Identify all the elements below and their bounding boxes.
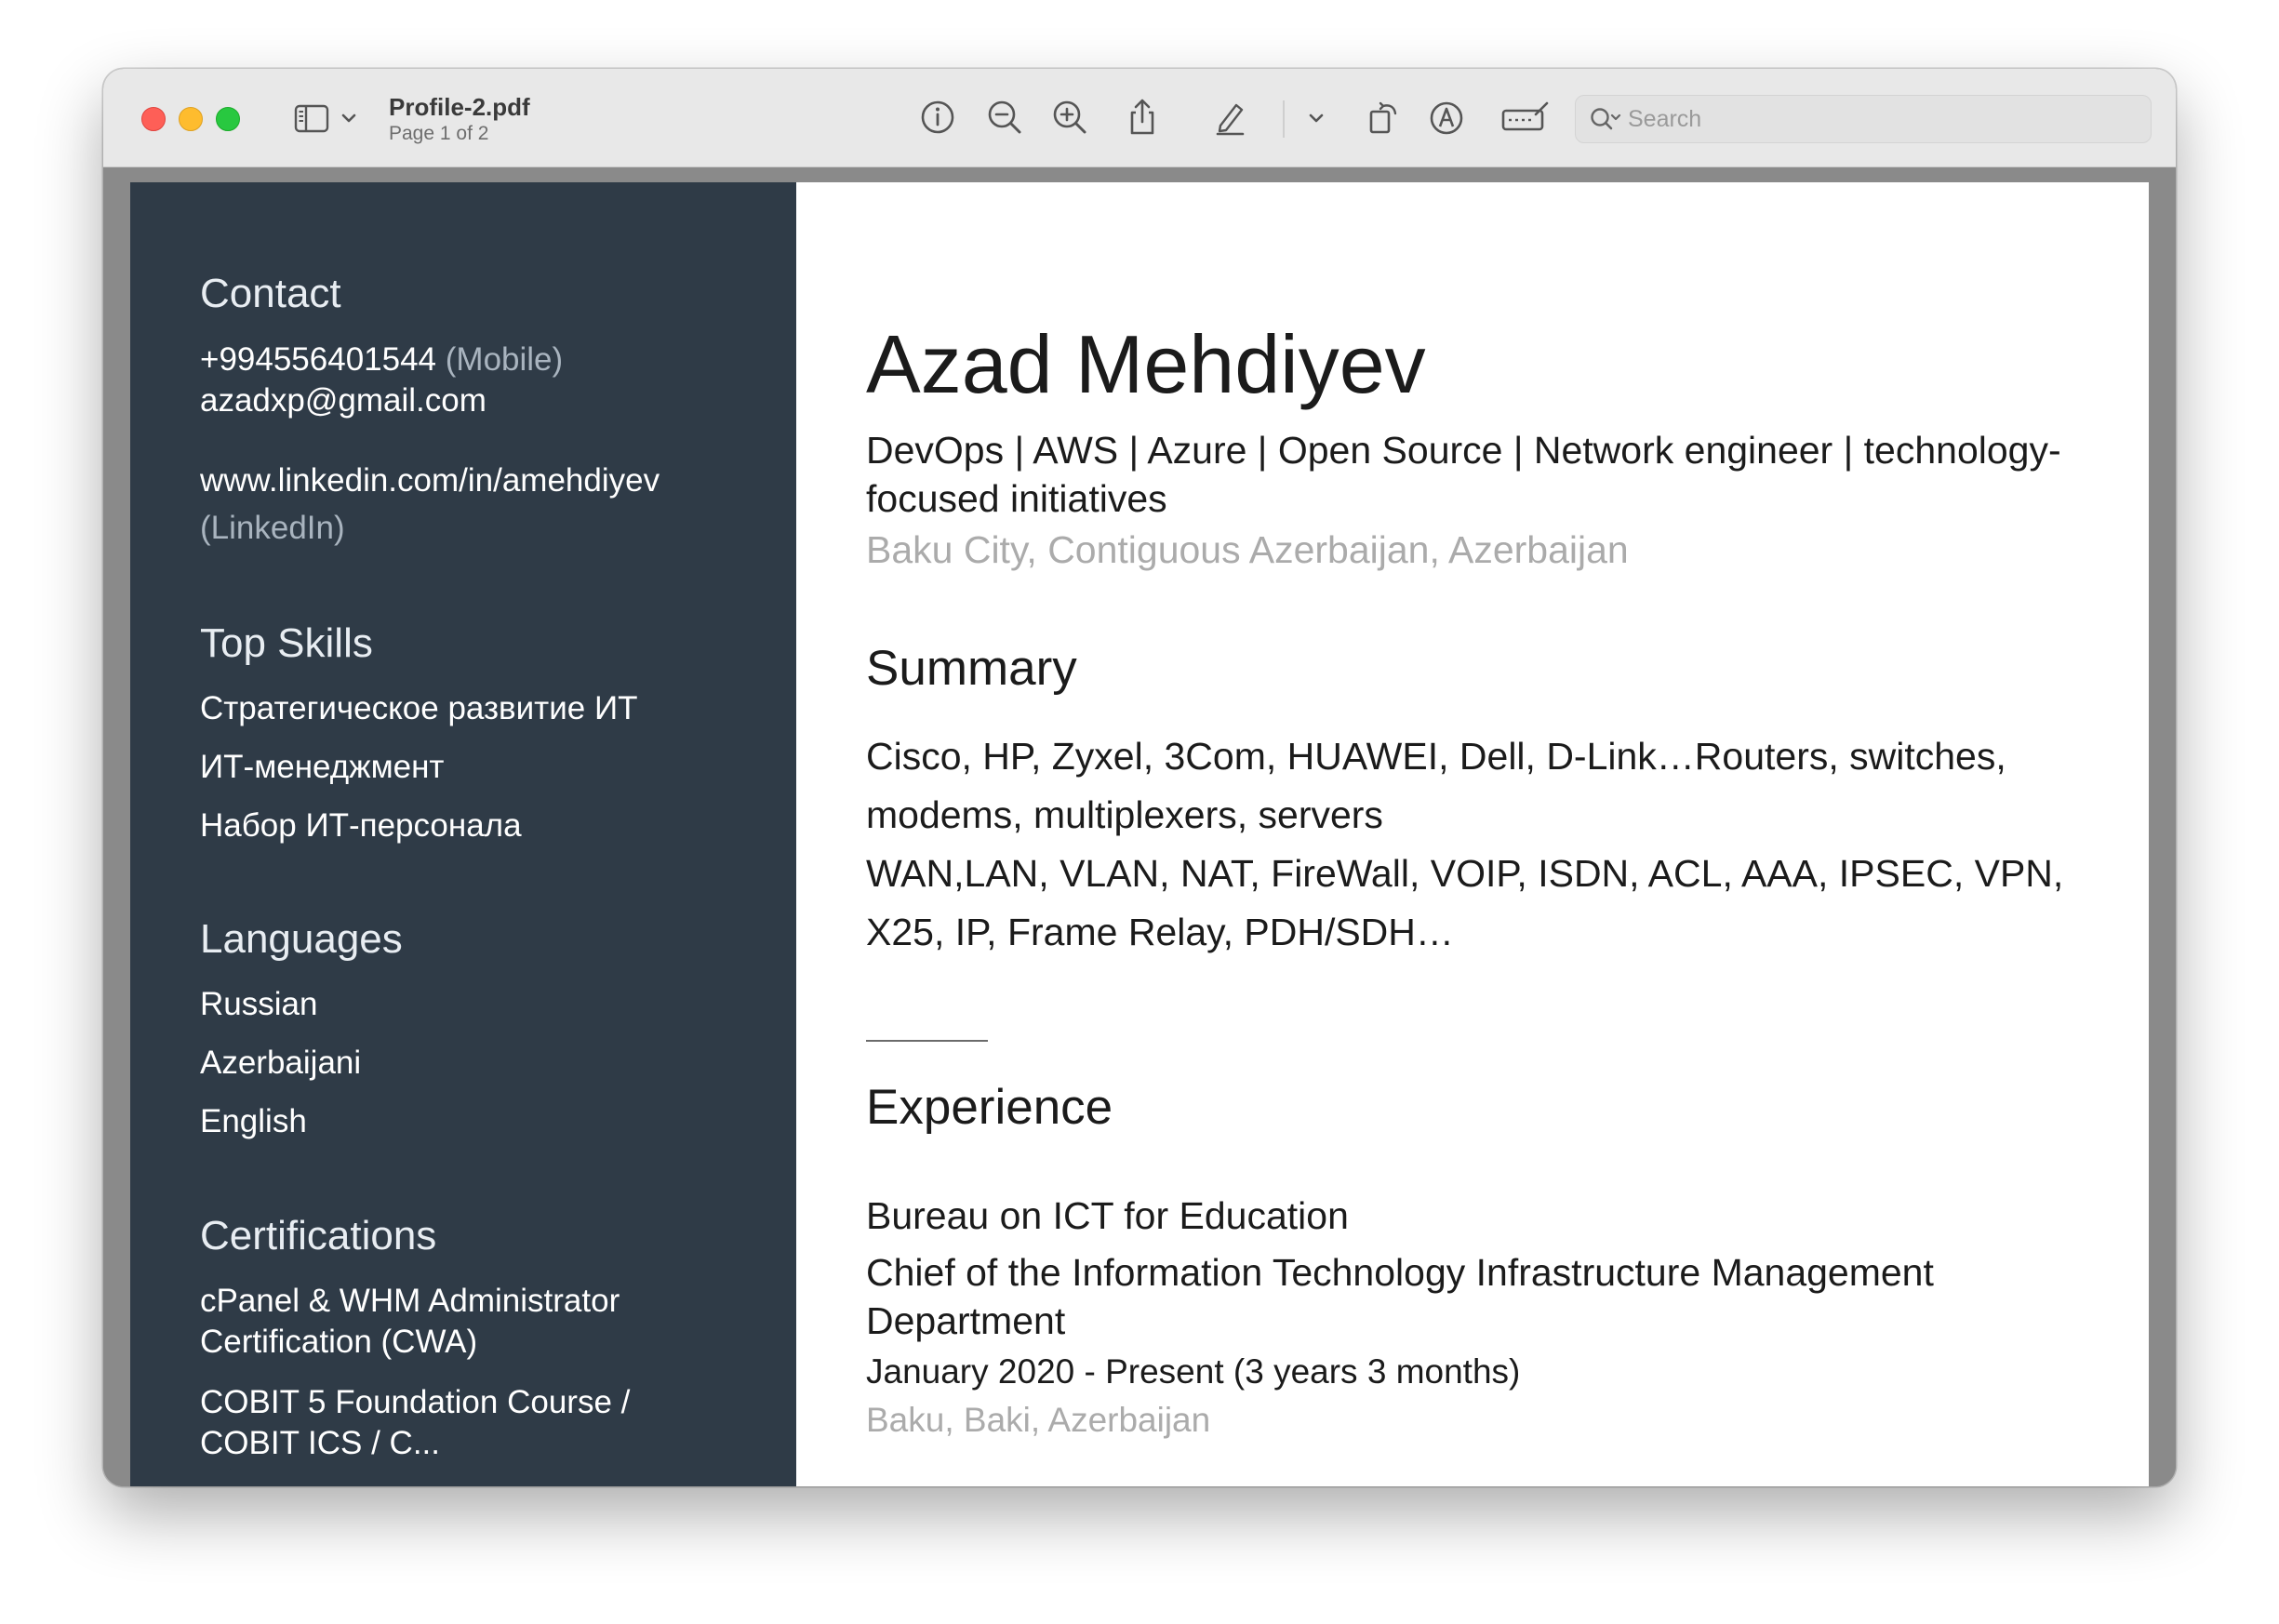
profile-name: Azad Mehdiyev bbox=[866, 318, 1426, 410]
contact-linkedin[interactable]: www.linkedin.com/in/amehdiyev bbox=[200, 462, 660, 499]
minimize-window-button[interactable] bbox=[179, 107, 203, 131]
profile-headline: DevOps | AWS | Azure | Open Source | Net… bbox=[866, 429, 2061, 520]
zoom-out-button[interactable] bbox=[982, 95, 1027, 140]
skill-item: Стратегическое развитие ИТ bbox=[200, 690, 638, 726]
highlight-pen-icon bbox=[1216, 103, 1245, 136]
contact-phone: +994556401544 bbox=[200, 341, 437, 378]
certification-item: COBIT 5 Foundation Course / bbox=[200, 1384, 631, 1420]
fullscreen-window-button[interactable] bbox=[216, 107, 240, 131]
toolbar: Profile-2.pdf Page 1 of 2 bbox=[103, 69, 2176, 167]
languages-heading: Languages bbox=[200, 916, 403, 962]
contact-phone-type: (Mobile) bbox=[445, 341, 564, 378]
certification-item: Certification (CWA) bbox=[200, 1324, 478, 1360]
search-input[interactable] bbox=[1628, 103, 2130, 135]
sidebar-icon bbox=[294, 104, 356, 133]
document-title: Profile-2.pdf bbox=[389, 93, 530, 121]
close-window-button[interactable] bbox=[141, 107, 166, 131]
contact-email[interactable]: azadxp@gmail.com bbox=[200, 382, 486, 419]
experience-title: Chief of the Information Technology Infr… bbox=[866, 1251, 1934, 1342]
toolbar-separator bbox=[1283, 100, 1285, 138]
markup-button[interactable] bbox=[1424, 95, 1469, 140]
zoom-in-icon bbox=[1053, 100, 1086, 134]
resume-sidebar: Contact +994556401544 (Mobile) azadxp@gm… bbox=[130, 182, 796, 1486]
skill-item: Набор ИТ-персонала bbox=[200, 807, 522, 844]
search-icon bbox=[1591, 108, 1621, 130]
certification-item: COBIT ICS / C... bbox=[200, 1425, 441, 1461]
highlight-button[interactable] bbox=[1207, 95, 1252, 140]
search-field[interactable] bbox=[1575, 95, 2152, 143]
experience-company: Bureau on ICT for Education bbox=[866, 1194, 1349, 1237]
info-button[interactable] bbox=[915, 95, 960, 140]
language-item: Azerbaijani bbox=[200, 1045, 362, 1081]
zoom-out-icon bbox=[988, 100, 1021, 134]
experience-dates: January 2020 - Present (3 years 3 months… bbox=[866, 1352, 1521, 1391]
summary-heading: Summary bbox=[866, 641, 1077, 696]
certification-item: cPanel & WHM Administrator bbox=[200, 1283, 620, 1319]
rotate-button[interactable] bbox=[1361, 95, 1406, 140]
sidebar-toggle-button[interactable] bbox=[292, 100, 367, 138]
language-item: English bbox=[200, 1103, 307, 1139]
form-fill-button[interactable] bbox=[1499, 95, 1551, 140]
highlight-options-button[interactable] bbox=[1294, 95, 1339, 140]
summary-text: Cisco, HP, Zyxel, 3Com, HUAWEI, Dell, D-… bbox=[866, 727, 2094, 962]
preview-window: Profile-2.pdf Page 1 of 2 Search Contact… bbox=[103, 69, 2176, 1486]
experience-heading: Experience bbox=[866, 1080, 1113, 1135]
share-icon bbox=[1130, 99, 1154, 135]
info-icon bbox=[921, 100, 954, 134]
summary-paragraph: WAN,LAN, VLAN, NAT, FireWall, VOIP, ISDN… bbox=[866, 852, 2064, 953]
contact-phone-line: +994556401544 (Mobile) bbox=[200, 341, 563, 379]
chevron-down-icon bbox=[341, 113, 356, 123]
share-button[interactable] bbox=[1120, 95, 1165, 140]
certifications-heading: Certifications bbox=[200, 1213, 437, 1258]
profile-location: Baku City, Contiguous Azerbaijan, Azerba… bbox=[866, 528, 1629, 571]
skill-item: ИТ-менеджмент bbox=[200, 749, 445, 785]
chevron-down-icon bbox=[1309, 113, 1324, 123]
contact-linkedin-label: (LinkedIn) bbox=[200, 510, 345, 546]
contact-heading: Contact bbox=[200, 271, 341, 316]
markup-icon bbox=[1430, 101, 1463, 135]
language-item: Russian bbox=[200, 986, 318, 1022]
top-skills-heading: Top Skills bbox=[200, 620, 373, 666]
section-divider bbox=[866, 1040, 988, 1042]
zoom-in-button[interactable] bbox=[1047, 95, 1092, 140]
page-indicator: Page 1 of 2 bbox=[389, 123, 489, 144]
document-viewport[interactable]: Contact +994556401544 (Mobile) azadxp@gm… bbox=[103, 167, 2176, 1486]
experience-location: Baku, Baki, Azerbaijan bbox=[866, 1401, 1211, 1439]
rotate-icon bbox=[1369, 101, 1397, 134]
summary-paragraph: Cisco, HP, Zyxel, 3Com, HUAWEI, Dell, D-… bbox=[866, 735, 2006, 836]
form-fill-icon bbox=[1501, 101, 1549, 131]
pdf-page: Contact +994556401544 (Mobile) azadxp@gm… bbox=[130, 182, 2149, 1486]
